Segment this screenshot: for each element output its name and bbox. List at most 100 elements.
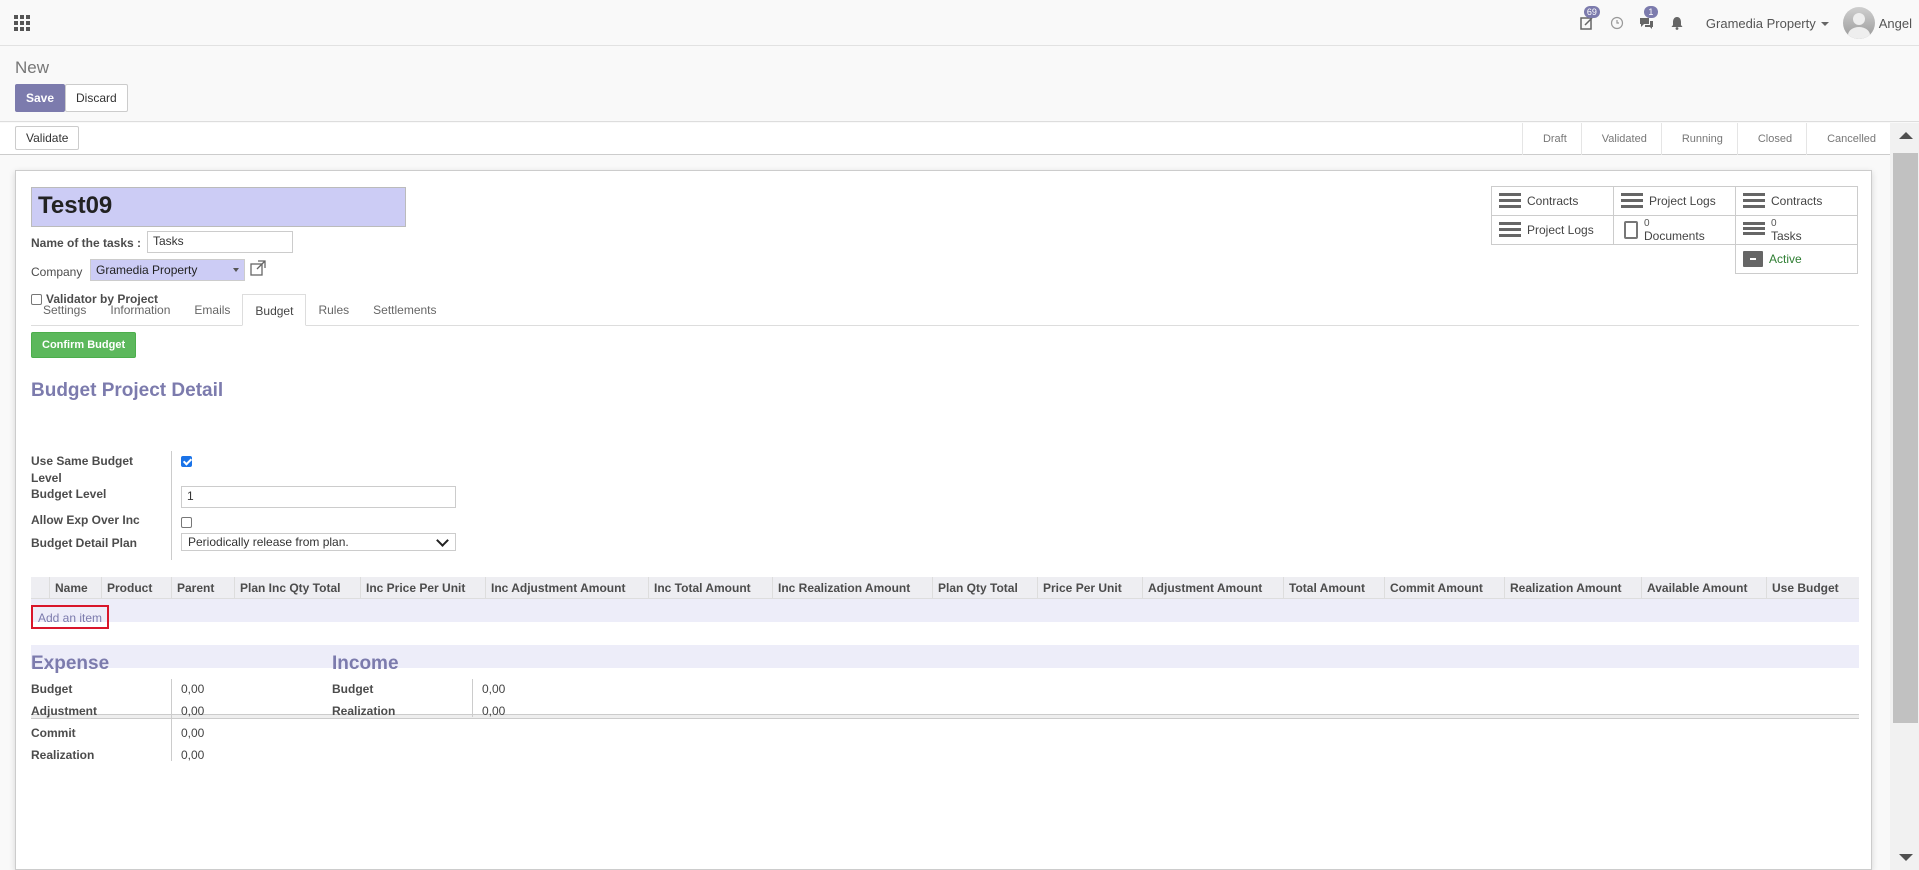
scroll-thumb[interactable]: [1893, 153, 1918, 723]
scroll-down-icon[interactable]: [1899, 854, 1913, 861]
expense-adjustment-value: 0,00: [181, 704, 205, 718]
user-menu-name[interactable]: Angel: [1879, 16, 1912, 31]
stage-pipeline: Draft Validated Running Closed Cancelled: [1521, 123, 1890, 155]
column-header-total-amount[interactable]: Total Amount: [1283, 577, 1384, 599]
stage-draft[interactable]: Draft: [1521, 123, 1581, 155]
column-header-plan-inc-qty-total[interactable]: Plan Inc Qty Total: [234, 577, 360, 599]
contracts-button-2-label: Contracts: [1771, 194, 1823, 208]
table-row: [31, 622, 1859, 645]
project-logs-button[interactable]: Project Logs: [1613, 186, 1736, 216]
contracts-button-2[interactable]: Contracts: [1735, 186, 1858, 216]
expense-budget-label: Budget: [31, 682, 73, 696]
stage-running[interactable]: Running: [1660, 123, 1737, 155]
table-row: [31, 645, 1859, 668]
allow-exp-checkbox[interactable]: [181, 517, 192, 528]
documents-label: Documents: [1644, 229, 1705, 243]
activity-icon[interactable]: 69: [1572, 0, 1602, 46]
project-logs-button-2-label: Project Logs: [1527, 223, 1594, 237]
table-header: Name Product Parent Plan Inc Qty Total I…: [31, 577, 1859, 599]
list-icon: [1743, 193, 1765, 209]
external-link-icon[interactable]: [250, 260, 266, 276]
project-logs-button-2[interactable]: Project Logs: [1491, 215, 1614, 245]
use-same-budget-checkbox[interactable]: [181, 456, 192, 467]
use-same-budget-label-line2: Level: [31, 471, 62, 485]
column-header-inc-price-per-unit[interactable]: Inc Price Per Unit: [360, 577, 485, 599]
column-header-product[interactable]: Product: [101, 577, 171, 599]
tab-emails[interactable]: Emails: [182, 294, 242, 326]
income-title: Income: [332, 653, 399, 674]
messages-badge: 1: [1643, 6, 1658, 18]
validate-button[interactable]: Validate: [15, 126, 80, 150]
discard-button[interactable]: Discard: [65, 84, 128, 112]
column-header-name[interactable]: Name: [49, 577, 101, 599]
chevron-down-icon: [1820, 22, 1829, 27]
use-same-budget-label: Use Same Budget: [31, 454, 134, 468]
confirm-budget-button[interactable]: Confirm Budget: [31, 332, 137, 358]
chevron-down-icon: [436, 534, 449, 547]
income-budget-label: Budget: [332, 682, 374, 696]
caret-down-icon: [233, 268, 239, 272]
column-header-available-amount[interactable]: Available Amount: [1641, 577, 1766, 599]
table-footer: [31, 714, 1859, 719]
stage-cancelled[interactable]: Cancelled: [1806, 123, 1890, 155]
column-header-plan-qty-total[interactable]: Plan Qty Total: [932, 577, 1037, 599]
tasks-label: Tasks: [1771, 229, 1802, 243]
stage-validated[interactable]: Validated: [1580, 123, 1661, 155]
add-item-link[interactable]: Add an item: [31, 605, 109, 629]
company-switcher[interactable]: Gramedia Property: [1706, 16, 1829, 31]
table-header-handle: [31, 577, 49, 599]
column-header-parent[interactable]: Parent: [171, 577, 234, 599]
documents-button[interactable]: 0 Documents: [1613, 215, 1736, 245]
tab-information[interactable]: Information: [98, 294, 182, 326]
activity-badge: 69: [1583, 6, 1600, 18]
list-icon: [1499, 222, 1521, 238]
column-header-realization-amount[interactable]: Realization Amount: [1504, 577, 1641, 599]
column-header-price-per-unit[interactable]: Price Per Unit: [1037, 577, 1142, 599]
income-realization-label: Realization: [332, 704, 396, 718]
top-navbar: 69 1 Gramedia Property Angel: [0, 0, 1919, 46]
active-toggle-button[interactable]: Active: [1735, 244, 1858, 274]
tab-rules[interactable]: Rules: [306, 294, 361, 326]
avatar[interactable]: [1842, 7, 1875, 39]
budget-level-label: Budget Level: [31, 487, 107, 501]
form-sheet: Test09 Name of the tasks : Tasks Company…: [15, 170, 1872, 870]
budget-lines-table: Name Product Parent Plan Inc Qty Total I…: [31, 577, 1859, 719]
expense-realization-label: Realization: [31, 748, 95, 762]
company-select[interactable]: Gramedia Property: [90, 259, 245, 281]
budget-section-title: Budget Project Detail: [31, 380, 224, 401]
detail-plan-select[interactable]: Periodically release from plan.: [181, 533, 456, 551]
scrollbar[interactable]: [1890, 123, 1919, 870]
company-switcher-label: Gramedia Property: [1705, 15, 1816, 31]
tasks-icon: [1743, 222, 1765, 238]
stage-closed[interactable]: Closed: [1736, 123, 1806, 155]
tasks-button[interactable]: 0 Tasks: [1735, 215, 1858, 245]
column-header-adjustment-amount[interactable]: Adjustment Amount: [1142, 577, 1283, 599]
budget-level-input[interactable]: 1: [181, 486, 456, 508]
tab-budget[interactable]: Budget: [242, 294, 307, 326]
scroll-up-icon[interactable]: [1899, 132, 1913, 139]
column-header-inc-realization-amount[interactable]: Inc Realization Amount: [772, 577, 932, 599]
project-logs-button-label: Project Logs: [1649, 194, 1716, 208]
bell-icon[interactable]: [1662, 0, 1692, 46]
expense-realization-value: 0,00: [181, 748, 205, 762]
apps-menu-icon[interactable]: [14, 15, 30, 31]
column-header-use-budget[interactable]: Use Budget: [1766, 577, 1859, 599]
contracts-button[interactable]: Contracts: [1491, 186, 1614, 216]
company-select-value: Gramedia Property: [96, 263, 198, 277]
expense-commit-value: 0,00: [181, 726, 205, 740]
tasks-name-input[interactable]: Tasks: [147, 231, 293, 253]
tab-settings[interactable]: Settings: [31, 294, 98, 326]
allow-exp-label: Allow Exp Over Inc: [31, 513, 140, 527]
column-header-inc-total-amount[interactable]: Inc Total Amount: [648, 577, 772, 599]
detail-plan-value: Periodically release from plan.: [188, 535, 349, 549]
column-header-inc-adjustment-amount[interactable]: Inc Adjustment Amount: [485, 577, 648, 599]
column-header-commit-amount[interactable]: Commit Amount: [1384, 577, 1504, 599]
clock-icon[interactable]: [1602, 0, 1632, 46]
messages-icon[interactable]: 1: [1632, 0, 1662, 46]
project-name-input[interactable]: Test09: [31, 187, 406, 227]
field-divider: [171, 451, 172, 560]
tab-settlements[interactable]: Settlements: [361, 294, 448, 326]
list-icon: [1499, 193, 1521, 209]
expense-budget-value: 0,00: [181, 682, 205, 696]
save-button[interactable]: Save: [15, 84, 66, 112]
